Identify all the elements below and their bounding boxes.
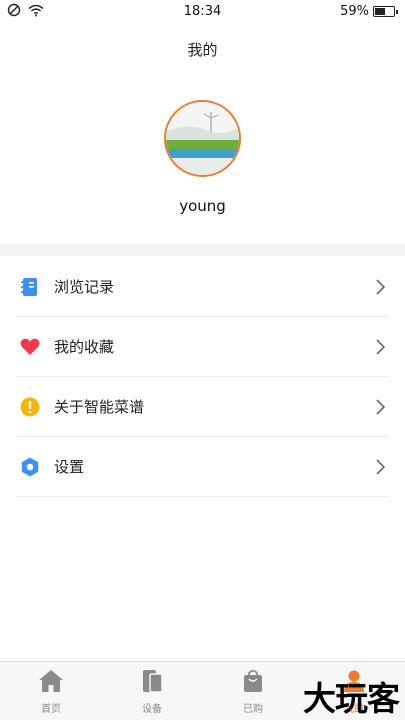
avatar-image	[166, 102, 239, 175]
battery-fill	[375, 8, 385, 15]
avatar[interactable]	[164, 100, 241, 177]
status-right: 59%	[340, 4, 398, 19]
chevron-right-icon	[376, 278, 386, 295]
tab-home[interactable]: 首页	[21, 668, 81, 718]
menu-list: 浏览记录 我的收藏 关于智能菜谱 设置	[16, 257, 389, 497]
bag-icon	[244, 669, 262, 692]
menu-item-browse-history[interactable]: 浏览记录	[16, 257, 389, 317]
tab-label: 设备	[142, 704, 162, 715]
menu-item-favorites[interactable]: 我的收藏	[16, 317, 389, 377]
section-divider	[0, 244, 405, 256]
heart-icon	[20, 337, 40, 357]
menu-item-label: 浏览记录	[54, 278, 115, 296]
menu-item-about[interactable]: 关于智能菜谱	[16, 377, 389, 437]
tab-label: 已购	[243, 704, 263, 715]
battery-percent: 59%	[340, 4, 369, 19]
username: young	[179, 197, 226, 215]
chevron-right-icon	[376, 338, 386, 355]
browse-history-icon	[20, 277, 40, 297]
status-bar: 18:34 59%	[0, 0, 405, 24]
chevron-right-icon	[376, 458, 386, 475]
gear-icon	[20, 457, 40, 477]
devices-icon	[143, 670, 163, 693]
tab-label: 首页	[41, 704, 61, 715]
menu-item-label: 设置	[54, 458, 85, 476]
home-icon	[39, 670, 63, 692]
menu-item-label: 我的收藏	[54, 338, 115, 356]
page-title: 我的	[187, 41, 218, 59]
exclamation-icon	[20, 397, 40, 417]
menu-item-settings[interactable]: 设置	[16, 437, 389, 497]
screen: 18:34 59% 我的 young 浏览记录 我的收藏 关于智能菜谱 设置 首…	[0, 0, 405, 720]
tab-purchased[interactable]: 已购	[223, 668, 283, 718]
menu-item-label: 关于智能菜谱	[54, 398, 145, 416]
battery-icon	[373, 6, 398, 17]
watermark-logo: 大玩客	[303, 672, 400, 720]
watermark-text: 大玩客	[303, 679, 400, 718]
chevron-right-icon	[376, 398, 386, 415]
tab-devices[interactable]: 设备	[122, 668, 182, 718]
